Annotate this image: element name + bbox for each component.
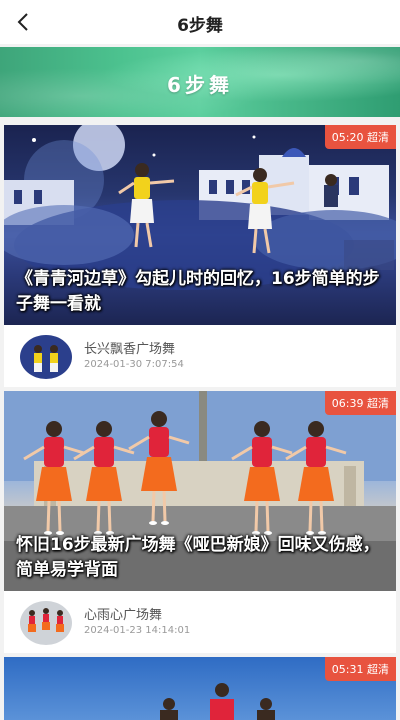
video-card[interactable]: 05:31 超清: [4, 657, 396, 720]
author-name[interactable]: 长兴飘香广场舞: [84, 338, 175, 357]
video-title: 《青青河边草》勾起儿时的回忆，16步简单的步子舞一看就: [16, 269, 380, 314]
category-banner: 6步舞: [0, 47, 400, 117]
publish-date: 2024-01-23 14:14:01: [84, 625, 191, 636]
author-avatar[interactable]: [20, 601, 72, 645]
publish-date: 2024-01-30 7:07:54: [84, 359, 184, 370]
video-meta: 心雨心广场舞 2024-01-23 14:14:01: [4, 591, 396, 651]
video-card[interactable]: 05:20 超清 《青青河边草》勾起儿时的回忆，16步简单的步子舞一看就 长兴飘…: [4, 125, 396, 387]
duration-badge: 06:39 超清: [324, 391, 396, 415]
video-thumbnail[interactable]: 05:31 超清: [4, 657, 396, 720]
page-title: 6步舞: [177, 16, 223, 36]
video-thumbnail[interactable]: 06:39 超清 怀旧16步最新广场舞《哑巴新娘》回味又伤感，简单易学背面: [4, 391, 396, 591]
video-card[interactable]: 06:39 超清 怀旧16步最新广场舞《哑巴新娘》回味又伤感，简单易学背面 心雨…: [4, 391, 396, 653]
video-thumbnail[interactable]: 05:20 超清 《青青河边草》勾起儿时的回忆，16步简单的步子舞一看就: [4, 125, 396, 325]
author-avatar[interactable]: [20, 335, 72, 379]
top-nav-bar: 6步舞: [0, 0, 400, 44]
video-meta: 长兴飘香广场舞 2024-01-30 7:07:54: [4, 325, 396, 385]
duration-badge: 05:20 超清: [324, 125, 396, 149]
duration-badge: 05:31 超清: [324, 657, 396, 681]
video-title: 怀旧16步最新广场舞《哑巴新娘》回味又伤感，简单易学背面: [16, 535, 380, 580]
banner-title: 6步舞: [167, 73, 233, 97]
author-name[interactable]: 心雨心广场舞: [84, 604, 162, 623]
